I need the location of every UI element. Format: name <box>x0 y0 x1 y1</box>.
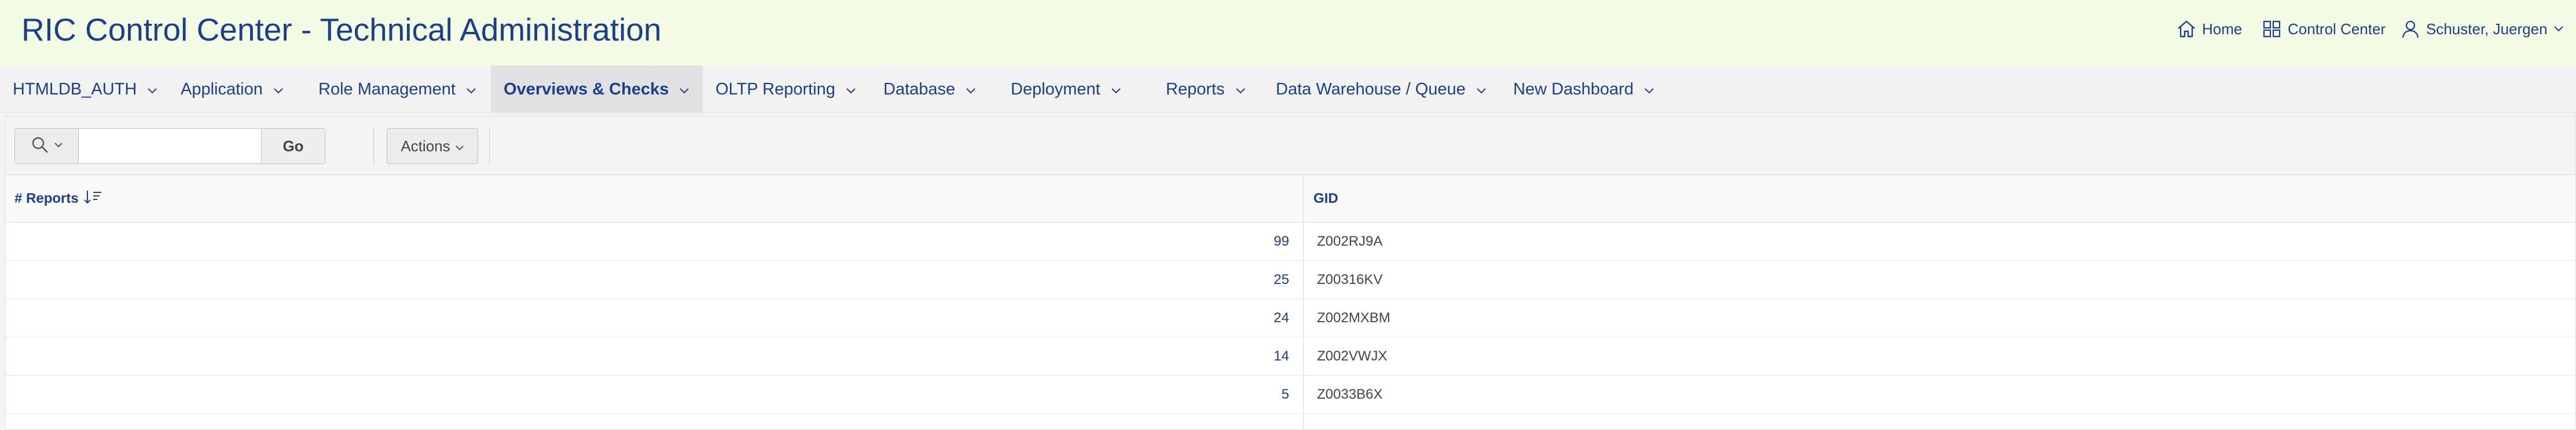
actions-menu-button[interactable]: Actions <box>387 128 478 164</box>
menu-item-label: Deployment <box>1011 79 1100 99</box>
menu-item-new-dashboard[interactable]: New Dashboard <box>1500 65 1668 113</box>
chevron-down-icon <box>846 80 856 99</box>
menu-item-data-warehouse-queue[interactable]: Data Warehouse / Queue <box>1263 65 1500 113</box>
chevron-down-icon <box>2553 25 2564 32</box>
home-label: Home <box>2202 20 2243 38</box>
report-count-link[interactable]: 5 <box>1282 376 1289 414</box>
report-count-link[interactable]: 99 <box>1274 223 1289 261</box>
table-row: 99 Z002RJ9A <box>5 223 2575 261</box>
chevron-down-icon <box>1476 80 1487 99</box>
chevron-down-icon <box>455 137 464 155</box>
menu-item-oltp-reporting[interactable]: OLTP Reporting <box>703 65 871 113</box>
gid-cell: Z00316KV <box>1317 272 1383 287</box>
interactive-report-region: Go Actions # Reports GID 99 Z002RJ9A 25 … <box>5 116 2576 430</box>
toolbar-divider <box>373 127 374 165</box>
gid-cell: Z0033B6X <box>1317 387 1383 402</box>
table-row: 25 Z00316KV <box>5 261 2575 299</box>
control-center-link[interactable]: Control Center <box>2262 17 2386 41</box>
search-bar: Go <box>14 128 325 164</box>
gid-cell: Z002MXBM <box>1317 310 1390 326</box>
menu-item-label: Role Management <box>318 79 456 99</box>
menu-item-label: Reports <box>1166 79 1225 99</box>
chevron-down-icon <box>679 80 689 99</box>
toolbar-divider <box>489 127 490 165</box>
control-center-label: Control Center <box>2288 20 2386 38</box>
menu-item-label: OLTP Reporting <box>715 79 835 99</box>
chevron-down-icon <box>966 80 976 99</box>
chevron-down-icon <box>1111 80 1121 99</box>
menu-item-reports[interactable]: Reports <box>1153 65 1263 113</box>
chevron-down-icon <box>466 80 476 99</box>
app-title[interactable]: RIC Control Center - Technical Administr… <box>21 10 662 49</box>
report-count-link[interactable]: 14 <box>1274 337 1289 376</box>
user-name: Schuster, Juergen <box>2426 20 2548 38</box>
menu-item-label: Database <box>883 79 956 99</box>
main-menu: HTMLDB_AUTH Application Role Management … <box>0 65 2576 113</box>
sort-descending-icon <box>83 189 103 209</box>
chevron-down-icon <box>147 80 157 99</box>
chevron-down-icon <box>1235 80 1246 99</box>
user-icon <box>2401 19 2420 39</box>
home-icon <box>2177 20 2196 38</box>
table-row: 5 Z0033B6X <box>5 376 2575 414</box>
column-header-gid[interactable]: GID <box>1313 175 1338 223</box>
gid-cell: Z002RJ9A <box>1317 234 1383 249</box>
menu-item-application[interactable]: Application <box>168 65 306 113</box>
grid-icon <box>2262 20 2282 38</box>
go-button[interactable]: Go <box>261 129 325 163</box>
menu-item-overviews-checks[interactable]: Overviews & Checks <box>491 65 703 113</box>
column-header-label: GID <box>1313 191 1338 206</box>
report-toolbar: Go Actions <box>5 116 2575 175</box>
column-header-reports[interactable]: # Reports <box>14 175 103 223</box>
column-header-label: # Reports <box>14 191 79 206</box>
menu-item-label: Data Warehouse / Queue <box>1276 79 1466 99</box>
search-column-selector[interactable] <box>15 129 79 163</box>
menu-item-database[interactable]: Database <box>871 65 998 113</box>
user-menu[interactable]: Schuster, Juergen <box>2401 17 2564 41</box>
menu-item-htmldb-auth[interactable]: HTMLDB_AUTH <box>0 65 168 113</box>
search-icon <box>31 136 50 157</box>
chevron-down-icon <box>54 141 63 151</box>
actions-label: Actions <box>401 137 450 155</box>
menu-item-label: New Dashboard <box>1513 79 1634 99</box>
chevron-down-icon <box>273 80 284 99</box>
app-header: RIC Control Center - Technical Administr… <box>0 0 2576 65</box>
chevron-down-icon <box>1644 80 1654 99</box>
menu-item-label: Overviews & Checks <box>504 79 669 99</box>
table-row: 24 Z002MXBM <box>5 299 2575 337</box>
report-count-link[interactable]: 25 <box>1274 261 1289 299</box>
table-row: 14 Z002VWJX <box>5 337 2575 376</box>
menu-item-deployment[interactable]: Deployment <box>998 65 1153 113</box>
table-header: # Reports GID <box>5 175 2575 223</box>
menu-item-label: HTMLDB_AUTH <box>13 79 137 99</box>
search-input[interactable] <box>79 129 261 163</box>
report-count-link[interactable]: 24 <box>1274 299 1289 337</box>
menu-item-label: Application <box>181 79 263 99</box>
home-link[interactable]: Home <box>2177 17 2242 41</box>
menu-item-role-management[interactable]: Role Management <box>306 65 491 113</box>
gid-cell: Z002VWJX <box>1317 348 1388 364</box>
